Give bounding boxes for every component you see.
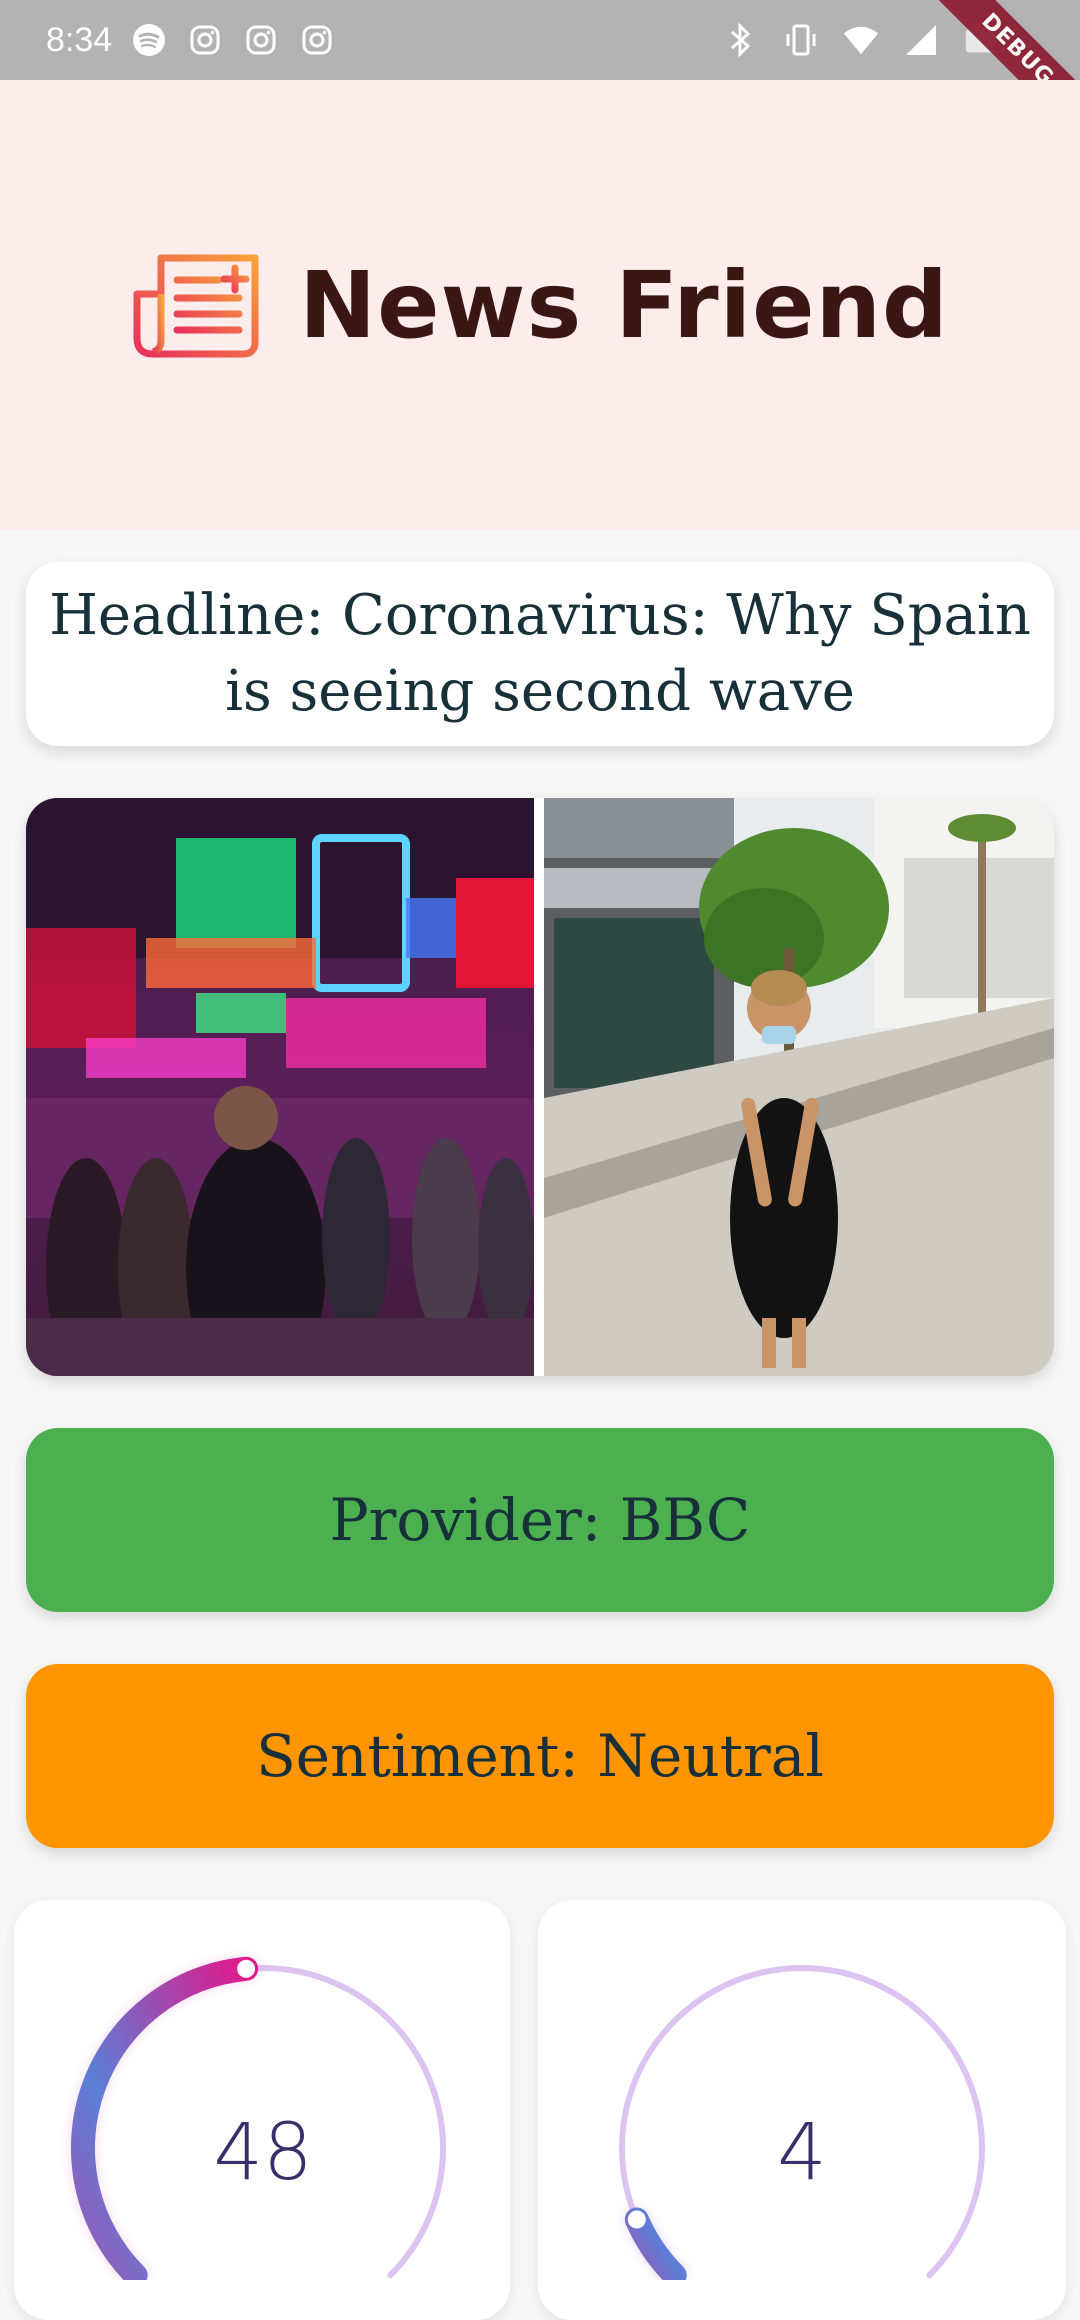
gauge-value-left: 48 xyxy=(213,2108,313,2198)
gauge-knob xyxy=(237,1959,256,1978)
gauge-fill xyxy=(624,2207,687,2280)
gauges-layer xyxy=(70,1956,985,2280)
gauge-knob xyxy=(627,2210,646,2229)
gauge-value-right: 4 xyxy=(777,2108,827,2198)
